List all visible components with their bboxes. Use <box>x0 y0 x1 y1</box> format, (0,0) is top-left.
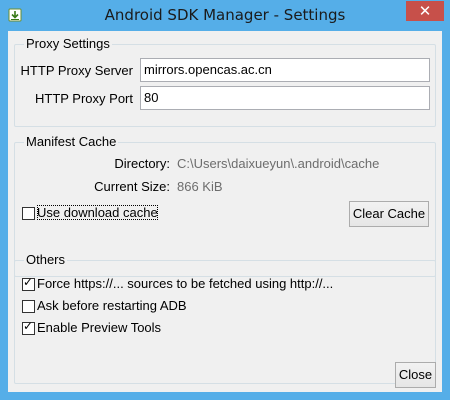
force-http-checkbox[interactable]: ✓ <box>22 275 35 291</box>
http-proxy-server-label: HTTP Proxy Server <box>20 63 133 78</box>
others-title: Others <box>24 252 68 267</box>
http-proxy-port-input[interactable]: 80 <box>140 86 430 110</box>
proxy-settings-group: Proxy Settings HTTP Proxy Server mirrors… <box>14 36 436 127</box>
http-proxy-port-label: HTTP Proxy Port <box>34 91 133 106</box>
close-button[interactable]: Close <box>395 362 436 388</box>
check-icon: ✓ <box>23 275 34 289</box>
use-download-cache-checkbox[interactable] <box>22 207 35 220</box>
proxy-settings-title: Proxy Settings <box>24 36 112 51</box>
http-proxy-server-input[interactable]: mirrors.opencas.ac.cn <box>140 58 430 82</box>
ask-before-restart-adb-checkbox[interactable] <box>22 300 35 313</box>
window-close-button[interactable]: ✕ <box>406 1 444 21</box>
directory-label: Directory: <box>114 156 170 171</box>
enable-preview-tools-label[interactable]: Enable Preview Tools <box>37 320 161 335</box>
manifest-cache-title: Manifest Cache <box>24 134 119 149</box>
enable-preview-tools-checkbox[interactable]: ✓ <box>22 319 35 335</box>
settings-window: Android SDK Manager - Settings ✕ Proxy S… <box>0 0 450 400</box>
check-icon: ✓ <box>23 319 34 333</box>
window-title: Android SDK Manager - Settings <box>104 6 346 24</box>
title-bar[interactable]: Android SDK Manager - Settings ✕ <box>0 0 450 31</box>
current-size-value: 866 KiB <box>177 179 223 194</box>
manifest-cache-group: Manifest Cache Directory: C:\Users\daixu… <box>14 134 436 277</box>
others-group: Others ✓ Force https://... sources to be… <box>14 252 436 384</box>
ask-before-restart-adb-label[interactable]: Ask before restarting ADB <box>37 298 187 313</box>
clear-cache-button[interactable]: Clear Cache <box>349 201 429 227</box>
dialog-client-area: Proxy Settings HTTP Proxy Server mirrors… <box>8 31 442 392</box>
use-download-cache-label[interactable]: Use download cache <box>37 205 158 220</box>
force-http-label[interactable]: Force https://... sources to be fetched … <box>37 276 333 291</box>
directory-value: C:\Users\daixueyun\.android\cache <box>177 156 380 171</box>
current-size-label: Current Size: <box>94 179 170 194</box>
